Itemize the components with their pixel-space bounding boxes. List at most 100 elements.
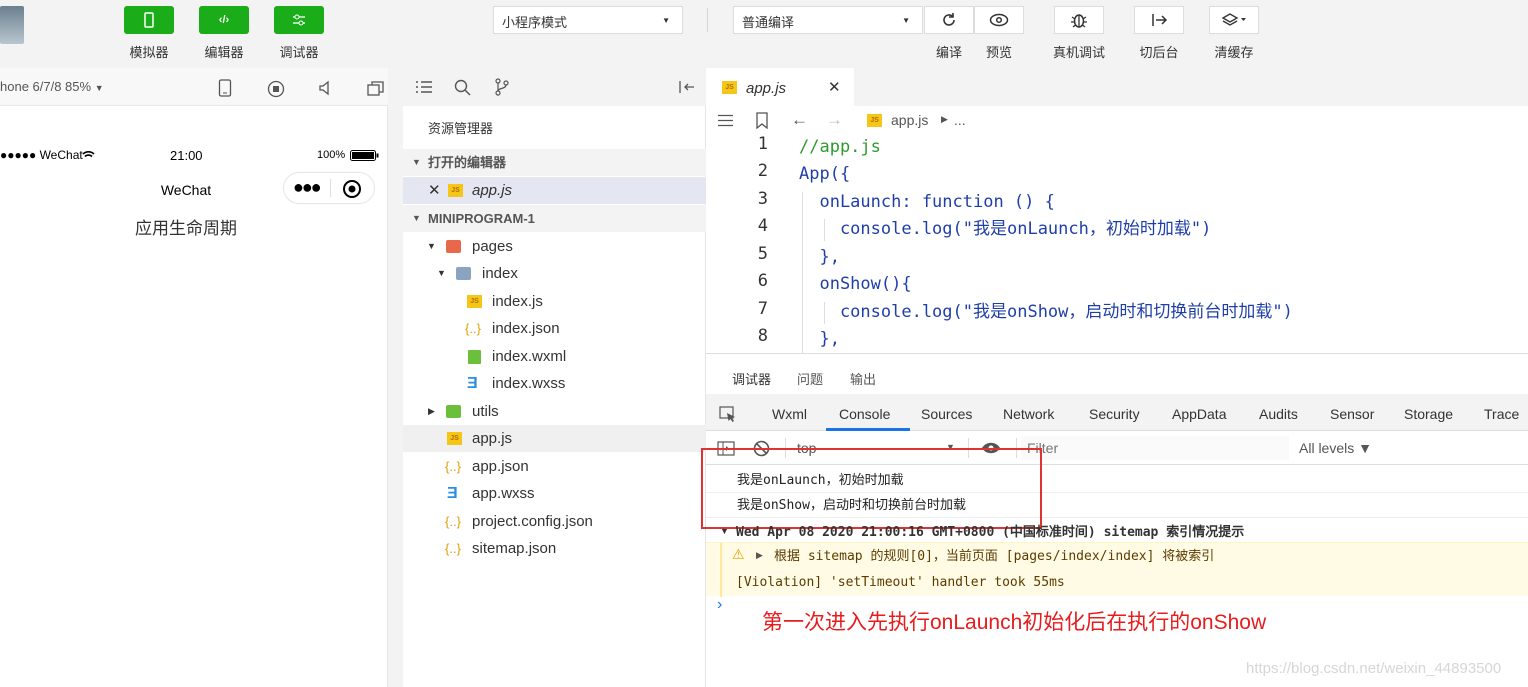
open-editors-section[interactable]: ▼ 打开的编辑器 xyxy=(403,149,706,176)
user-avatar[interactable] xyxy=(0,6,24,44)
close-icon[interactable]: ✕ xyxy=(828,78,841,96)
tree-item-label: index.wxml xyxy=(492,348,567,365)
tree-item-app-js[interactable]: JS app.js xyxy=(403,425,706,452)
remote-debug-label: 真机调试 xyxy=(1052,45,1105,60)
record-icon[interactable] xyxy=(267,80,285,98)
tree-item-index-json[interactable]: {..} index.json xyxy=(403,315,706,342)
bookmark-icon[interactable] xyxy=(756,112,768,129)
branch-icon[interactable] xyxy=(494,78,510,96)
devtools-tab[interactable]: Sources xyxy=(921,406,972,422)
devtools-tab[interactable]: Trace xyxy=(1484,406,1519,422)
chevron-right-icon: ▶ xyxy=(941,114,948,124)
code-line: //app.js xyxy=(799,137,881,157)
breadcrumb-more[interactable]: ... xyxy=(954,112,966,128)
switch-background-label: 切后台 xyxy=(1139,45,1179,60)
folder-open-icon xyxy=(456,267,471,280)
tree-item-label: app.wxss xyxy=(472,485,535,502)
list-icon[interactable] xyxy=(415,80,433,95)
tree-item-sitemap[interactable]: {..} sitemap.json xyxy=(403,535,706,562)
tree-item-index-wxml[interactable]: index.wxml xyxy=(403,343,706,370)
debugger-label: 调试器 xyxy=(279,45,319,60)
open-editor-item[interactable]: ✕ JS app.js xyxy=(403,177,706,204)
status-time: 21:00 xyxy=(170,148,203,163)
tree-item-index-js[interactable]: JS index.js xyxy=(403,288,706,315)
search-icon[interactable] xyxy=(454,79,471,96)
devtools-tab[interactable]: Sensor xyxy=(1330,406,1374,422)
devtools-tab[interactable]: AppData xyxy=(1172,406,1226,422)
tree-item-app-wxss[interactable]: Ǝ app.wxss xyxy=(403,480,706,507)
debug-top-tab[interactable]: 输出 xyxy=(850,369,876,388)
close-mini-program-icon[interactable] xyxy=(342,179,362,199)
list-icon[interactable] xyxy=(717,114,734,127)
tree-item-app-json[interactable]: {..} app.json xyxy=(403,453,706,480)
devtools-tab[interactable]: Audits xyxy=(1259,406,1298,422)
tree-item-label: index.json xyxy=(492,320,560,337)
code-area[interactable]: 1 2 3 4 5 6 7 8 //app.js App({ onLaunch:… xyxy=(706,134,1528,353)
close-icon[interactable]: ✕ xyxy=(428,177,441,204)
editor-breadcrumb-bar: ← → JS app.js ▶ ... xyxy=(706,106,1528,134)
debugger-button[interactable] xyxy=(274,6,324,34)
compile-button[interactable] xyxy=(924,6,974,34)
line-number: 1 xyxy=(757,134,768,154)
preview-label: 预览 xyxy=(985,45,1012,60)
volume-icon[interactable] xyxy=(318,80,334,96)
clear-cache-button[interactable] xyxy=(1209,6,1259,34)
wifi-icon xyxy=(82,151,95,161)
forward-arrow-icon[interactable]: → xyxy=(826,110,843,130)
back-arrow-icon[interactable]: ← xyxy=(791,110,808,130)
phone-screen: ●●●●● WeChat 21:00 100% WeChat ●●● 应用生命周… xyxy=(0,144,386,687)
inspect-icon[interactable] xyxy=(719,406,737,423)
tree-item-project-config[interactable]: {..} project.config.json xyxy=(403,508,706,535)
tree-item-utils[interactable]: ▶ utils xyxy=(403,398,706,425)
warning-block: ⚠ ▶ 根据 sitemap 的规则[0]，当前页面 [pages/index/… xyxy=(706,542,1528,597)
tree-item-index[interactable]: ▼ index xyxy=(403,260,706,287)
breadcrumb-file[interactable]: app.js xyxy=(891,112,928,128)
devtools-tab-active[interactable]: Console xyxy=(839,406,890,422)
phone-icon[interactable] xyxy=(218,79,232,97)
code-line: }, xyxy=(799,247,840,267)
editor-tab-app-js[interactable]: JS app.js ✕ xyxy=(706,68,854,106)
devtools-tab[interactable]: Wxml xyxy=(772,406,807,422)
panel-splitter[interactable] xyxy=(388,68,403,687)
sliders-icon xyxy=(293,14,305,26)
debug-top-tab[interactable]: 问题 xyxy=(797,369,823,388)
more-icon[interactable]: ●●● xyxy=(293,177,322,198)
switch-background-button[interactable] xyxy=(1134,6,1184,34)
preview-button[interactable] xyxy=(974,6,1024,34)
tree-item-label: index.wxss xyxy=(492,375,566,392)
compile-select[interactable]: 普通编译 ▼ xyxy=(733,6,923,34)
editor-button[interactable]: ‹/› xyxy=(199,6,249,34)
debug-top-tab[interactable]: 调试器 xyxy=(732,369,771,388)
devtools-tab[interactable]: Security xyxy=(1089,406,1140,422)
simulator-button[interactable] xyxy=(124,6,174,34)
chevron-down-icon: ▼ xyxy=(412,213,421,223)
project-section[interactable]: ▼ MINIPROGRAM-1 xyxy=(403,205,706,232)
collapse-panel-icon[interactable] xyxy=(678,80,696,94)
json-file-icon: {..} xyxy=(465,321,481,336)
chevron-down-icon[interactable]: ▼ xyxy=(720,526,729,536)
device-select[interactable]: hone 6/7/8 85% ▼ xyxy=(0,79,104,94)
annotation-highlight-box xyxy=(701,448,1042,529)
mode-select[interactable]: 小程序模式 ▼ xyxy=(493,6,683,34)
window-icon[interactable] xyxy=(367,80,385,96)
console-prompt-icon[interactable]: › xyxy=(717,596,722,614)
log-levels-select[interactable]: All levels ▼ xyxy=(1299,440,1372,456)
tree-item-index-wxss[interactable]: Ǝ index.wxss xyxy=(403,370,706,397)
devtools-tab[interactable]: Network xyxy=(1003,406,1054,422)
bug-icon xyxy=(1071,14,1087,28)
tree-item-label: pages xyxy=(472,238,513,255)
js-file-icon: JS xyxy=(447,432,462,445)
top-toolbar: 模拟器 ‹/› 编辑器 调试器 小程序模式 ▼ 普通编译 ▼ 编译 预览 真机调… xyxy=(0,0,1528,68)
line-number: 2 xyxy=(757,161,768,181)
explorer-title: 资源管理器 xyxy=(428,121,494,136)
simulator-label: 模拟器 xyxy=(129,45,169,60)
remote-debug-button[interactable] xyxy=(1054,6,1104,34)
folder-open-icon xyxy=(446,240,461,253)
chevron-right-icon[interactable]: ▶ xyxy=(756,550,763,561)
tree-item-pages[interactable]: ▼ pages xyxy=(403,233,706,260)
code-line: onShow(){ xyxy=(799,274,912,294)
devtools-tab[interactable]: Storage xyxy=(1404,406,1453,422)
line-number: 4 xyxy=(757,216,768,236)
line-number: 8 xyxy=(757,326,768,346)
console-filter-input[interactable] xyxy=(1021,436,1289,460)
